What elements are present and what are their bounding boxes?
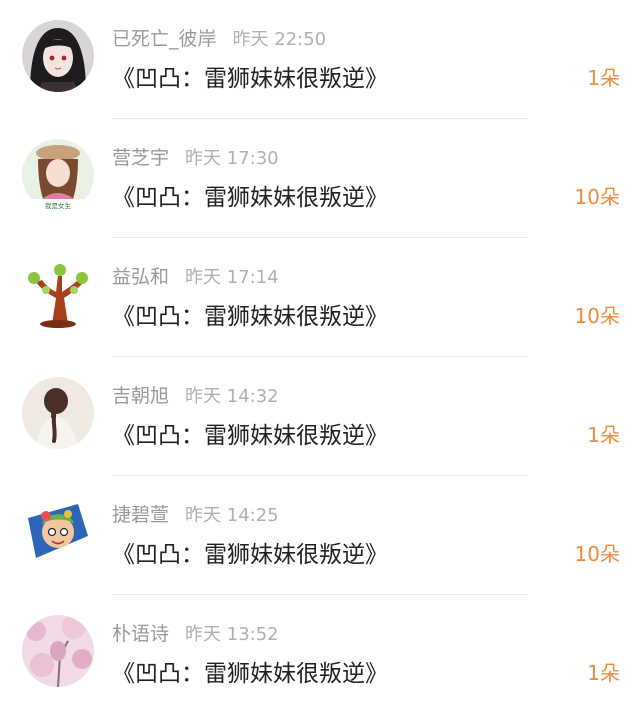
user-name-text: 营芝宇 — [112, 147, 170, 169]
cartoon-tree-avatar-icon — [22, 258, 94, 330]
user-name[interactable]: 已死亡_彼岸 昨天 22:50 — [112, 24, 326, 51]
timestamp: 昨天 17:30 — [185, 148, 279, 169]
book-title[interactable]: 《凹凸：雷狮妹妹很叛逆》 — [112, 535, 388, 569]
cartoon-character-avatar-icon — [22, 496, 94, 568]
flower-count: 1朵 — [587, 423, 620, 447]
user-name[interactable]: 捷碧萱 昨天 14:25 — [112, 500, 279, 527]
user-name[interactable]: 营芝宇 昨天 17:30 — [112, 143, 279, 170]
user-name[interactable]: 益弘和 昨天 17:14 — [112, 262, 279, 289]
user-name-text: 捷碧萱 — [112, 504, 170, 526]
avatar[interactable] — [22, 20, 94, 92]
flower-count: 10朵 — [574, 304, 620, 328]
list-item[interactable]: 益弘和 昨天 17:14 《凹凸：雷狮妹妹很叛逆》 10朵 — [0, 238, 640, 357]
book-title[interactable]: 《凹凸：雷狮妹妹很叛逆》 — [112, 59, 388, 93]
book-title[interactable]: 《凹凸：雷狮妹妹很叛逆》 — [112, 178, 388, 212]
pink-blossom-avatar-icon — [22, 615, 94, 687]
list-item[interactable]: 已死亡_彼岸 昨天 22:50 《凹凸：雷狮妹妹很叛逆》 1朵 — [0, 0, 640, 119]
timestamp: 昨天 17:14 — [185, 267, 279, 288]
user-name-text: 吉朝旭 — [112, 385, 170, 407]
flower-count: 1朵 — [587, 66, 620, 90]
avatar[interactable] — [22, 258, 94, 330]
avatar[interactable]: 我是女生 — [22, 139, 94, 211]
avatar[interactable] — [22, 377, 94, 449]
girl-back-braid-avatar-icon — [22, 377, 94, 449]
user-name[interactable]: 朴语诗 昨天 13:52 — [112, 619, 279, 646]
timestamp: 昨天 13:52 — [185, 624, 279, 645]
gift-record-list: 已死亡_彼岸 昨天 22:50 《凹凸：雷狮妹妹很叛逆》 1朵 我是女生 营芝宇昨… — [0, 0, 640, 699]
timestamp: 昨天 14:32 — [185, 386, 279, 407]
list-item[interactable]: 捷碧萱 昨天 14:25 《凹凸：雷狮妹妹很叛逆》 10朵 — [0, 476, 640, 595]
book-title[interactable]: 《凹凸：雷狮妹妹很叛逆》 — [112, 416, 388, 450]
flower-count: 10朵 — [574, 185, 620, 209]
book-title[interactable]: 《凹凸：雷狮妹妹很叛逆》 — [112, 297, 388, 331]
user-name-text: 朴语诗 — [112, 623, 170, 645]
avatar[interactable] — [22, 615, 94, 687]
list-item[interactable]: 我是女生 营芝宇 昨天 17:30 《凹凸：雷狮妹妹很叛逆》 10朵 — [0, 119, 640, 238]
avatar-caption: 我是女生 — [45, 201, 72, 210]
timestamp: 昨天 22:50 — [232, 29, 327, 50]
timestamp: 昨天 14:25 — [185, 505, 279, 526]
avatar[interactable] — [22, 496, 94, 568]
anime-girl-red-eyes-avatar-icon — [22, 20, 94, 92]
user-name-text: 已死亡_彼岸 — [112, 28, 217, 50]
flower-count: 10朵 — [574, 542, 620, 566]
user-name-text: 益弘和 — [112, 266, 170, 288]
girl-with-hat-avatar-icon: 我是女生 — [22, 139, 94, 211]
list-item[interactable]: 吉朝旭 昨天 14:32 《凹凸：雷狮妹妹很叛逆》 1朵 — [0, 357, 640, 476]
list-item[interactable]: 朴语诗 昨天 13:52 《凹凸：雷狮妹妹很叛逆》 1朵 — [0, 595, 640, 714]
user-name[interactable]: 吉朝旭 昨天 14:32 — [112, 381, 279, 408]
book-title[interactable]: 《凹凸：雷狮妹妹很叛逆》 — [112, 654, 388, 688]
flower-count: 1朵 — [587, 661, 620, 685]
